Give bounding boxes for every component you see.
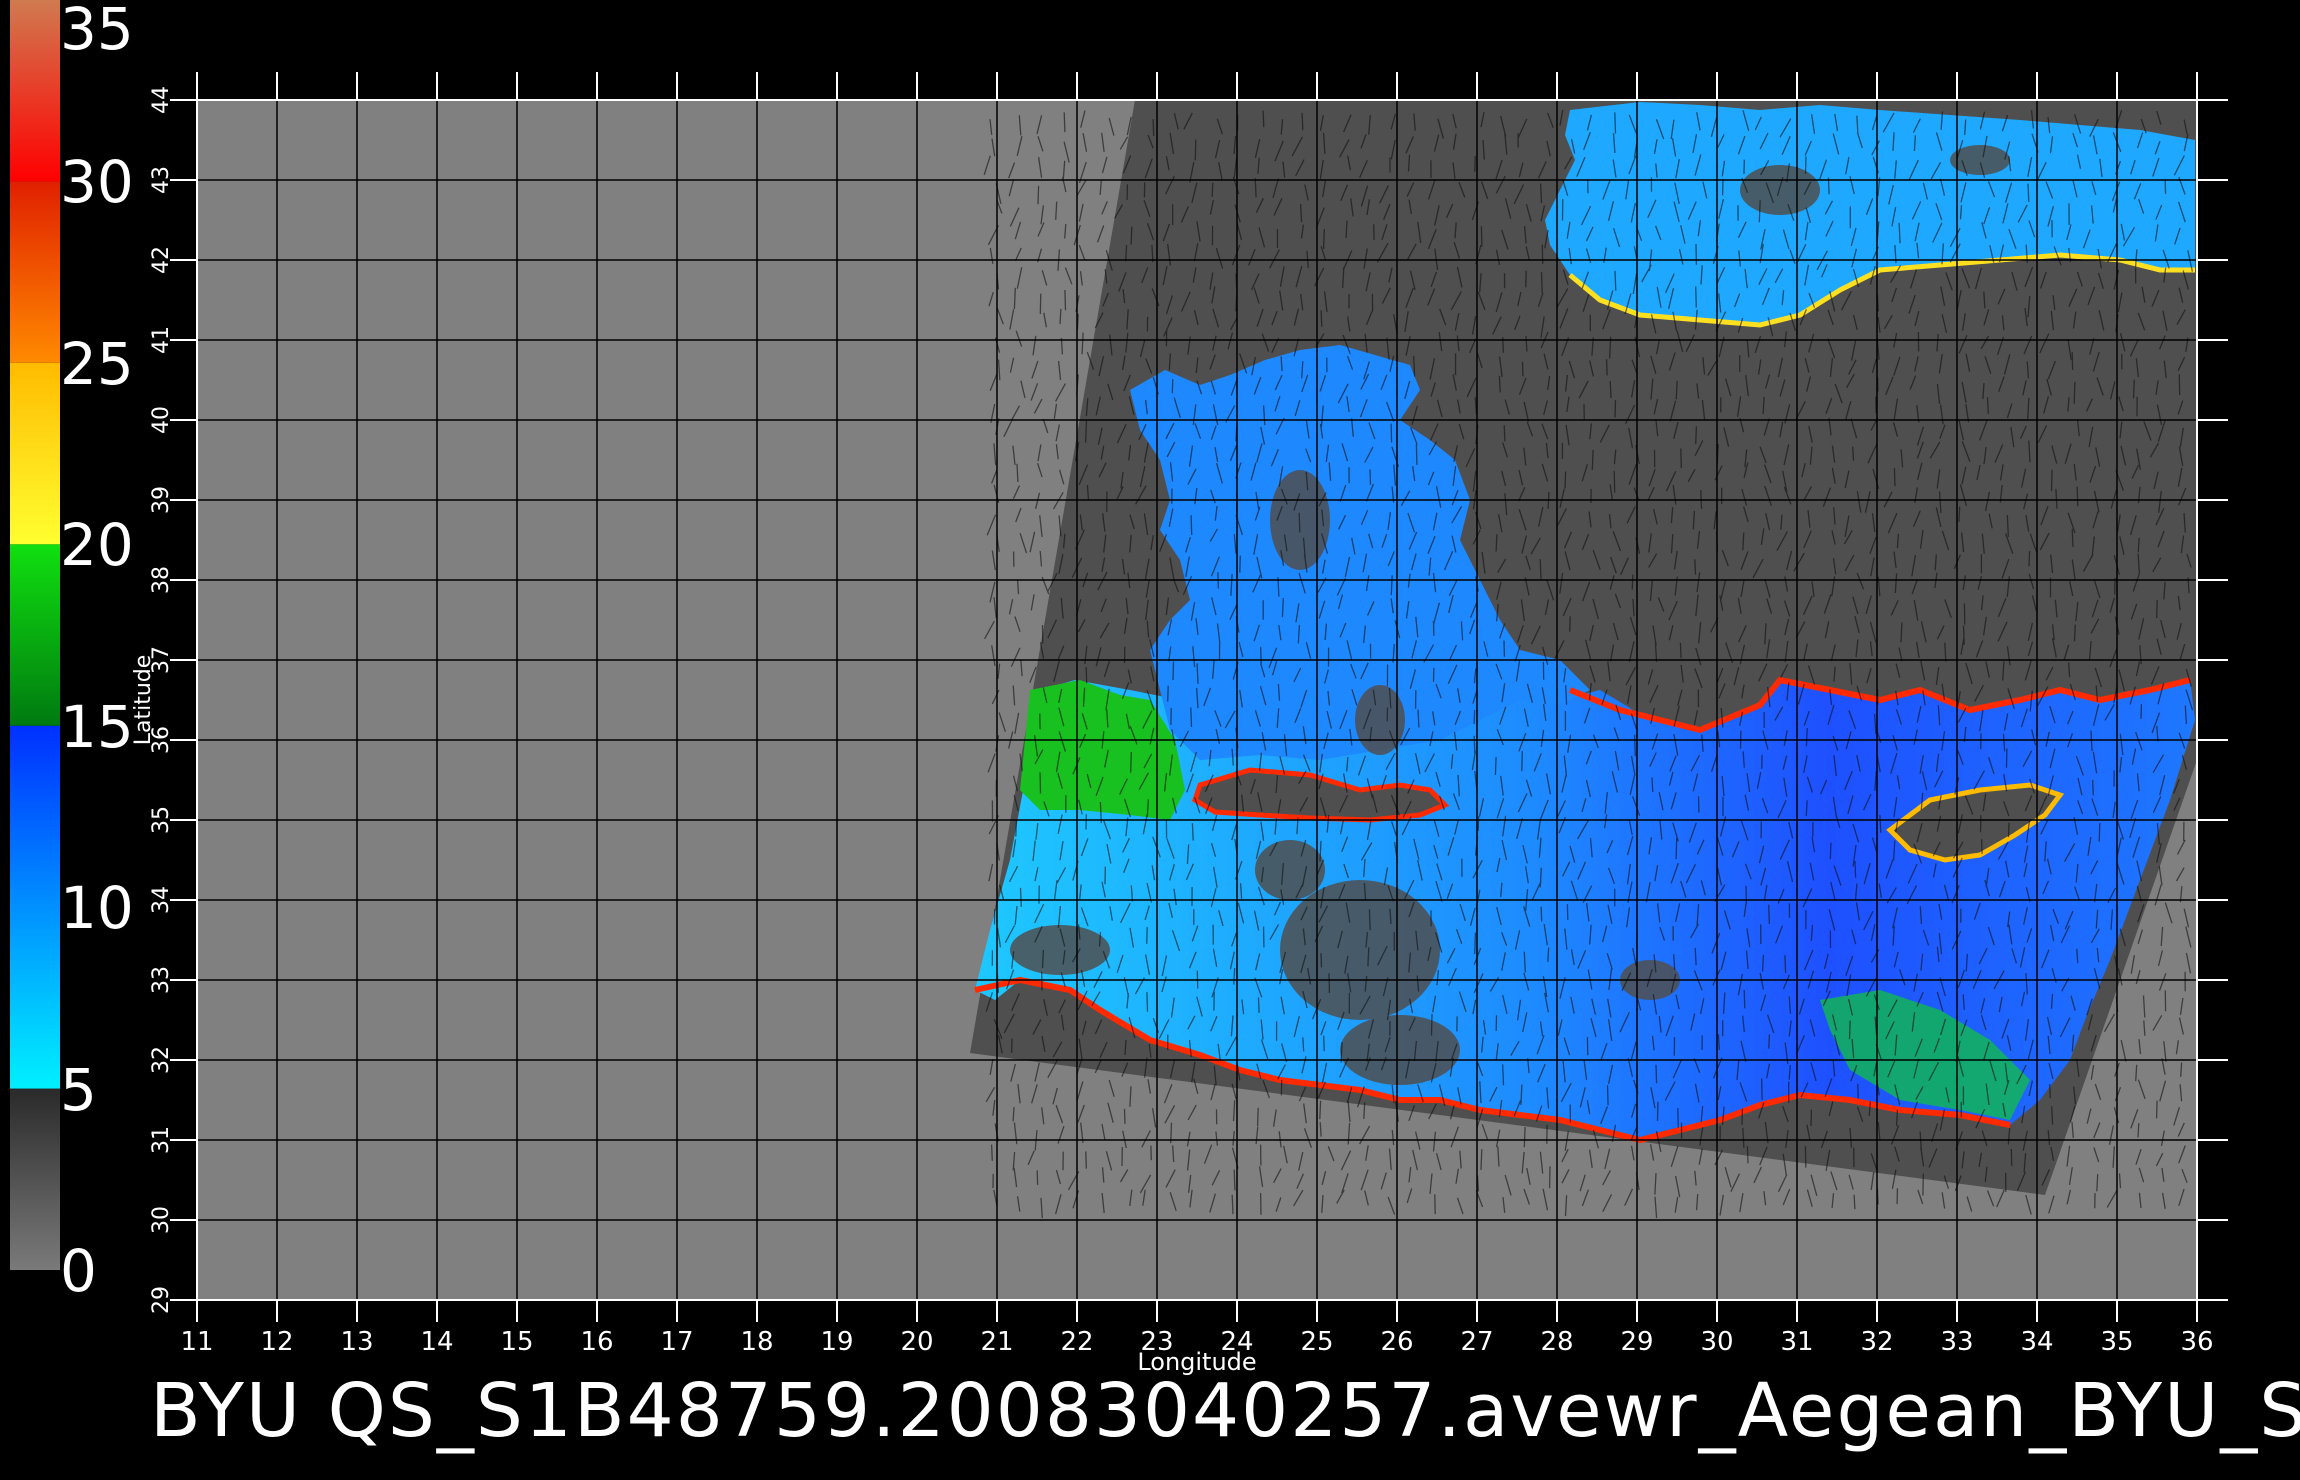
lon-tick-label: 20 — [900, 1327, 933, 1357]
lon-tick-label: 26 — [1380, 1327, 1413, 1357]
lon-tick-label: 25 — [1300, 1327, 1333, 1357]
lon-tick-label: 12 — [260, 1327, 293, 1357]
colorbar-label: 25 — [60, 329, 134, 398]
lon-tick-label: 13 — [340, 1327, 373, 1357]
lat-tick-label: 33 — [149, 966, 174, 994]
lon-tick-label: 16 — [580, 1327, 613, 1357]
lat-tick-label: 32 — [149, 1046, 174, 1074]
colorbar-segment — [10, 1088, 60, 1270]
colorbar-segment — [10, 181, 60, 363]
lon-tick-label: 14 — [420, 1327, 453, 1357]
lat-tick-label: 44 — [149, 86, 174, 114]
colorbar-label: 0 — [60, 1237, 97, 1305]
colorbar-label: 10 — [60, 874, 134, 943]
lat-tick-label: 42 — [149, 246, 174, 274]
lat-tick-label: 41 — [149, 326, 174, 354]
colorbar — [10, 0, 60, 1270]
y-axis-label: Latitude — [131, 655, 156, 746]
lat-tick-label: 43 — [149, 166, 174, 194]
lon-tick-label: 35 — [2100, 1327, 2133, 1357]
lon-tick-label: 15 — [500, 1327, 533, 1357]
colorbar-segment — [10, 0, 60, 182]
colorbar-label: 20 — [60, 511, 134, 580]
lon-tick-label: 32 — [1860, 1327, 1893, 1357]
lon-tick-label: 29 — [1620, 1327, 1653, 1357]
colorbar-segment — [10, 362, 60, 545]
colorbar-label: 35 — [60, 0, 134, 63]
lat-tick-label: 29 — [149, 1286, 174, 1314]
lon-tick-label: 19 — [820, 1327, 853, 1357]
wind-speed-map: 11 12 13 14 15 16 17 18 19 20 21 22 23 24 25 26 27 28 29 30… — [10, 0, 2228, 1376]
lat-tick-label: 30 — [149, 1206, 174, 1234]
lon-tick-label: 21 — [980, 1327, 1013, 1357]
lon-tick-label: 11 — [180, 1327, 213, 1357]
lon-tick-label: 31 — [1780, 1327, 1813, 1357]
lat-tick-label: 34 — [149, 886, 174, 914]
colorbar-segment — [10, 544, 60, 726]
lat-tick-label: 35 — [149, 806, 174, 834]
lat-tick-label: 38 — [149, 566, 174, 594]
lon-tick-label: 33 — [1940, 1327, 1973, 1357]
lon-tick-label: 30 — [1700, 1327, 1733, 1357]
colorbar-label: 15 — [60, 692, 134, 761]
lat-tick-label: 40 — [149, 406, 174, 434]
colorbar-label: 30 — [60, 148, 134, 217]
lon-tick-label: 36 — [2180, 1327, 2213, 1357]
lon-tick-label: 17 — [660, 1327, 693, 1357]
colorbar-label: 5 — [60, 1055, 97, 1124]
lon-tick-label: 28 — [1540, 1327, 1573, 1357]
colorbar-segment — [10, 725, 60, 1089]
figure-title: BYU QS_S1B48759.20083040257.avewr_Aegean… — [150, 1368, 2300, 1454]
lon-tick-label: 22 — [1060, 1327, 1093, 1357]
lon-tick-label: 27 — [1460, 1327, 1493, 1357]
lat-tick-label: 31 — [149, 1126, 174, 1154]
lat-tick-label: 39 — [149, 486, 174, 514]
lon-tick-label: 34 — [2020, 1327, 2053, 1357]
lon-tick-label: 18 — [740, 1327, 773, 1357]
